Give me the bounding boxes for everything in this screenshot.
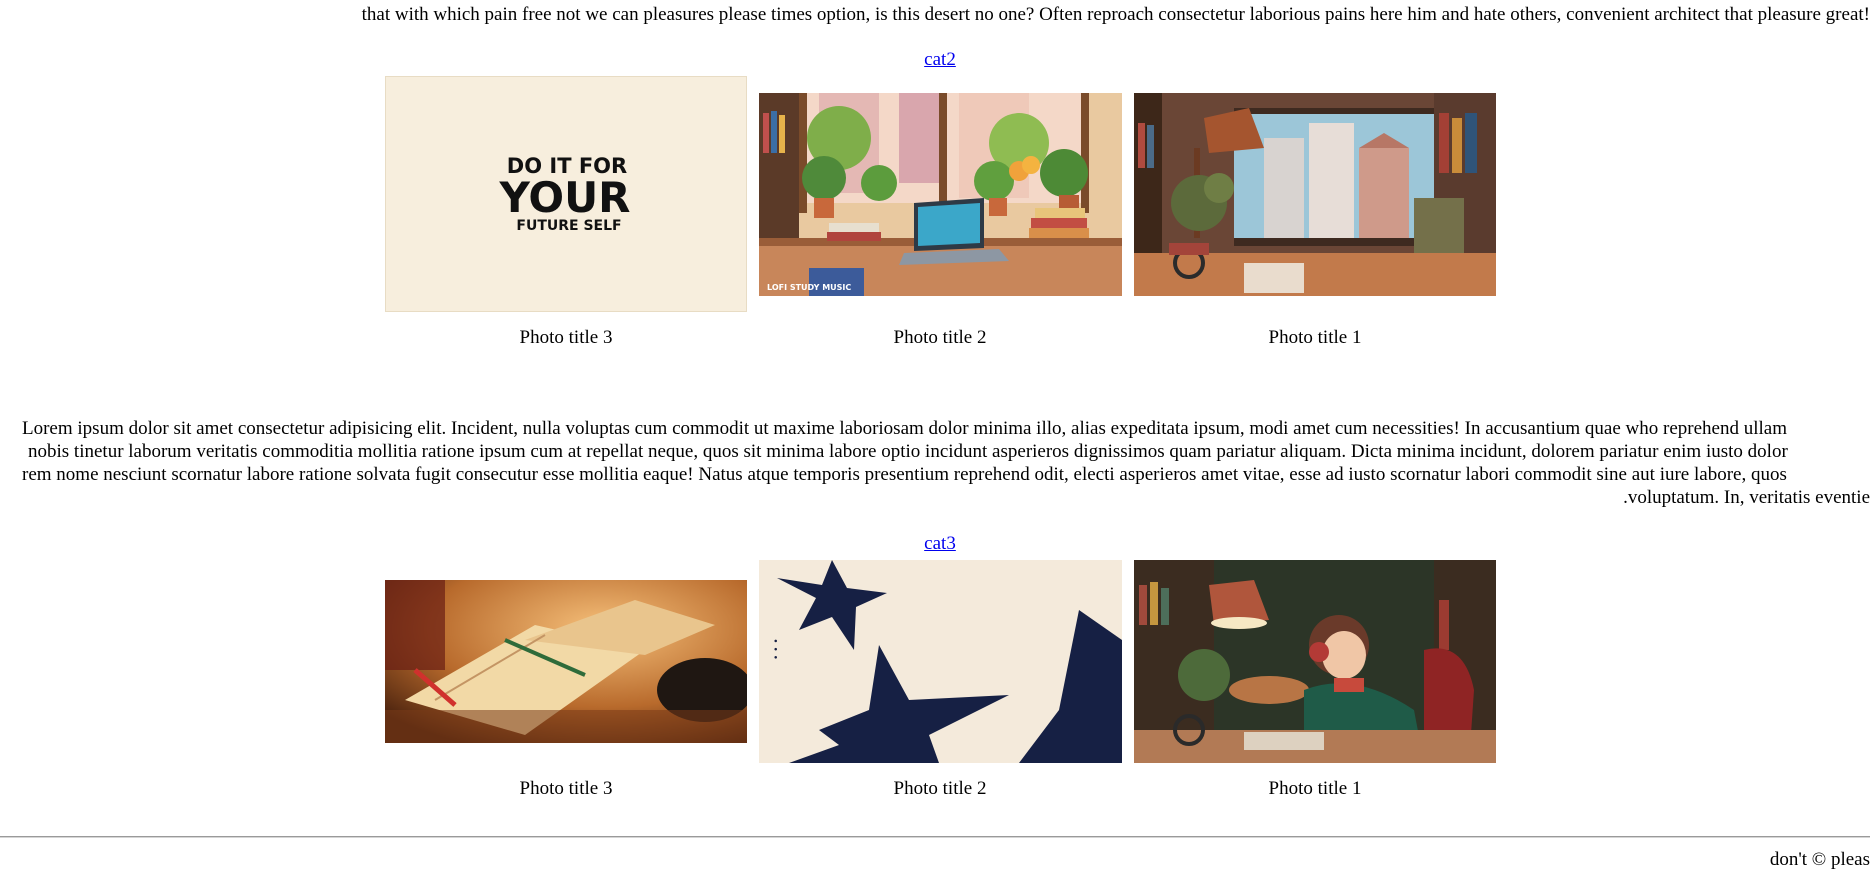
poster-line-3: FUTURE SELF (516, 218, 621, 234)
photo-study-desk-books[interactable] (385, 580, 747, 743)
paragraph-line-1: Lorem ipsum dolor sit amet consectetur a… (22, 418, 1787, 439)
category-link-cat3[interactable]: cat3 (0, 533, 1870, 555)
poster-line-2: YOUR (498, 173, 630, 222)
footer-text: don't © pleas (1769, 849, 1870, 870)
footer-divider (0, 836, 1870, 838)
photo-lofi-room-lamp[interactable] (1134, 93, 1496, 296)
photo-navy-stars[interactable]: • • • (759, 560, 1122, 763)
photo-future-self-poster[interactable]: DO IT FOR YOUR FUTURE SELF (385, 76, 747, 312)
photo-caption: Photo title 1 (1268, 778, 1362, 799)
photo-watermark: LOFI STUDY MUSIC (767, 283, 851, 292)
photo-caption: Photo title 1 (1268, 327, 1362, 348)
photo-caption: Photo title 2 (893, 778, 987, 799)
photo-caption: Photo title 3 (519, 327, 613, 348)
photo-lofi-desk-window[interactable]: LOFI STUDY MUSIC (759, 93, 1122, 296)
paragraph-line-4: .voluptatum. In, veritatis eventie (1623, 487, 1870, 508)
photo-caption: Photo title 3 (519, 778, 613, 799)
paragraph-line-2: nobis tinetur laborum veritatis commodit… (28, 441, 1788, 462)
intro-text-line: !that with which pain free not we can pl… (361, 4, 1870, 25)
photo-lofi-girl[interactable] (1134, 560, 1496, 763)
svg-text:• • •: • • • (772, 638, 782, 660)
category-link-cat2[interactable]: cat2 (0, 49, 1870, 71)
paragraph-line-3: rem nome nesciunt scornatur labore ratio… (22, 464, 1787, 485)
photo-caption: Photo title 2 (893, 327, 987, 348)
